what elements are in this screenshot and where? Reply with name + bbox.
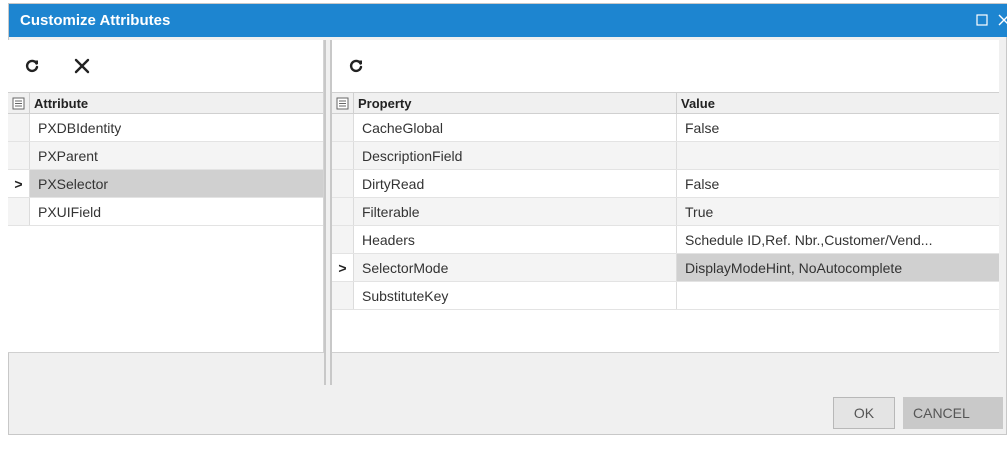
ok-button[interactable]: OK	[833, 397, 895, 429]
attributes-grid: Attribute PXDBIdentity PXParent > PXSele…	[8, 92, 323, 226]
close-icon	[74, 58, 90, 74]
refresh-icon	[25, 59, 39, 73]
property-name: DirtyRead	[354, 170, 677, 197]
property-row[interactable]: DescriptionField	[332, 142, 999, 170]
pane-splitter[interactable]	[324, 40, 326, 385]
attributes-toolbar	[8, 40, 323, 92]
property-name: Filterable	[354, 198, 677, 225]
property-row[interactable]: Headers Schedule ID,Ref. Nbr.,Customer/V…	[332, 226, 999, 254]
refresh-button[interactable]	[346, 56, 366, 76]
divider	[332, 352, 999, 353]
property-column-header[interactable]: Property	[354, 93, 677, 113]
window-controls	[974, 12, 1007, 28]
property-row[interactable]: DirtyRead False	[332, 170, 999, 198]
property-name: SubstituteKey	[354, 282, 677, 309]
dialog-title: Customize Attributes	[20, 12, 171, 29]
divider	[8, 352, 324, 353]
refresh-icon	[349, 59, 363, 73]
grid-settings-icon[interactable]	[332, 93, 354, 113]
properties-grid-header: Property Value	[332, 92, 999, 114]
attribute-name: PXDBIdentity	[38, 119, 122, 136]
attributes-pane: Attribute PXDBIdentity PXParent > PXSele…	[8, 40, 324, 353]
value-column-header[interactable]: Value	[677, 93, 715, 113]
attribute-row[interactable]: PXParent	[8, 142, 323, 170]
property-name: DescriptionField	[354, 142, 677, 169]
property-value[interactable]: True	[677, 198, 999, 225]
refresh-button[interactable]	[22, 56, 42, 76]
attribute-row-selected[interactable]: > PXSelector	[8, 170, 323, 198]
cancel-button[interactable]: CANCEL	[903, 397, 1003, 429]
attribute-row[interactable]: PXUIField	[8, 198, 323, 226]
property-value[interactable]: False	[677, 170, 999, 197]
property-name: SelectorMode	[354, 254, 677, 281]
delete-button[interactable]	[72, 56, 92, 76]
properties-grid: Property Value CacheGlobal False Descrip…	[332, 92, 999, 310]
property-name: Headers	[354, 226, 677, 253]
row-selected-indicator: >	[332, 254, 354, 281]
property-value[interactable]: DisplayModeHint, NoAutocomplete	[677, 254, 999, 281]
property-row-selected[interactable]: > SelectorMode DisplayModeHint, NoAutoco…	[332, 254, 999, 282]
attribute-column-header[interactable]: Attribute	[30, 93, 88, 113]
property-row[interactable]: Filterable True	[332, 198, 999, 226]
attribute-name: PXSelector	[38, 175, 109, 192]
properties-pane: Property Value CacheGlobal False Descrip…	[332, 40, 999, 353]
grid-settings-icon[interactable]	[8, 93, 30, 113]
close-icon[interactable]	[996, 12, 1007, 28]
attribute-name: PXUIField	[38, 203, 102, 220]
dialog-titlebar: Customize Attributes	[9, 4, 1007, 37]
attribute-name: PXParent	[38, 147, 98, 164]
attributes-grid-header: Attribute	[8, 92, 323, 114]
property-row[interactable]: SubstituteKey	[332, 282, 999, 310]
row-selected-indicator: >	[8, 170, 30, 197]
property-value[interactable]: Schedule ID,Ref. Nbr.,Customer/Vend...	[677, 226, 999, 253]
attribute-row[interactable]: PXDBIdentity	[8, 114, 323, 142]
property-row[interactable]: CacheGlobal False	[332, 114, 999, 142]
property-value[interactable]	[677, 142, 999, 169]
property-name: CacheGlobal	[354, 114, 677, 141]
property-value[interactable]	[677, 282, 999, 309]
properties-toolbar	[332, 40, 999, 92]
property-value[interactable]: False	[677, 114, 999, 141]
maximize-icon[interactable]	[974, 12, 990, 28]
